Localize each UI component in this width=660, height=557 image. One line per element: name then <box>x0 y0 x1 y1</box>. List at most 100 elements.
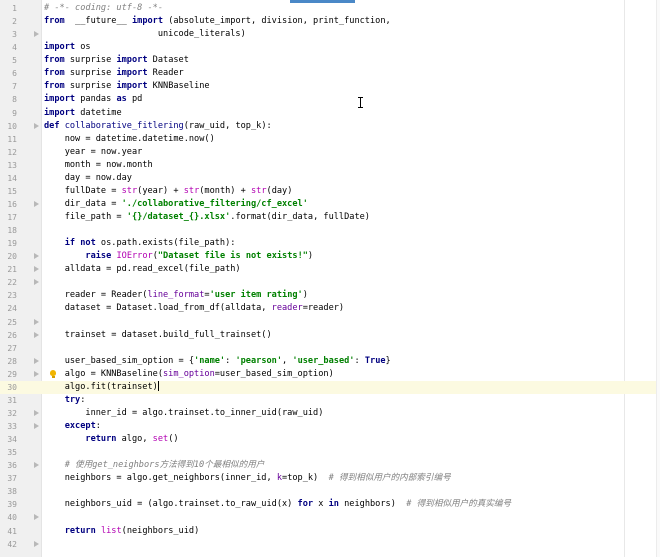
line-number: 7 <box>12 82 17 92</box>
fold-arrow-icon[interactable] <box>34 266 39 273</box>
code-line[interactable]: 3 unicode_literals) <box>0 28 656 41</box>
code-text[interactable]: from __future__ import (absolute_import,… <box>44 15 391 28</box>
code-text[interactable]: now = datetime.datetime.now() <box>44 133 215 146</box>
code-text[interactable]: user_based_sim_option = {'name': 'pearso… <box>44 355 391 368</box>
code-line[interactable]: 20 raise IOError("Dataset file is not ex… <box>0 250 656 263</box>
code-text[interactable]: import pandas as pd <box>44 93 142 106</box>
code-text[interactable]: fullDate = str(year) + str(month) + str(… <box>44 185 293 198</box>
code-text[interactable]: neighbors_uid = (algo.trainset.to_raw_ui… <box>44 498 511 511</box>
code-text[interactable]: import os <box>44 41 91 54</box>
code-text[interactable]: neighbors = algo.get_neighbors(inner_id,… <box>44 472 451 485</box>
code-line[interactable]: 29 algo = KNNBaseline(sim_option=user_ba… <box>0 368 656 381</box>
fold-arrow-icon[interactable] <box>34 122 39 129</box>
code-text[interactable]: alldata = pd.read_excel(file_path) <box>44 263 241 276</box>
code-line[interactable]: 7 from surprise import KNNBaseline <box>0 80 656 93</box>
code-text[interactable]: dataset = Dataset.load_from_df(alldata, … <box>44 302 344 315</box>
fold-arrow-icon[interactable] <box>34 540 39 547</box>
code-text[interactable]: file_path = '{}/dataset_{}.xlsx'.format(… <box>44 211 370 224</box>
code-text[interactable]: unicode_literals) <box>44 28 246 41</box>
code-text[interactable]: from surprise import Reader <box>44 67 184 80</box>
code-text[interactable]: return algo, set() <box>44 433 179 446</box>
code-token: () <box>168 434 179 445</box>
code-line[interactable]: 2 from __future__ import (absolute_import… <box>0 15 656 28</box>
code-text[interactable]: month = now.month <box>44 159 153 172</box>
code-line[interactable]: 23 reader = Reader(line_format='user ite… <box>0 289 656 302</box>
code-line[interactable]: 38 <box>0 485 656 498</box>
code-text[interactable]: def collaborative_fitlering(raw_uid, top… <box>44 120 272 133</box>
code-line[interactable]: 37 neighbors = algo.get_neighbors(inner_… <box>0 472 656 485</box>
code-line[interactable]: 5 from surprise import Dataset <box>0 54 656 67</box>
code-line[interactable]: 24 dataset = Dataset.load_from_df(alldat… <box>0 302 656 315</box>
code-line[interactable]: 11 now = datetime.datetime.now() <box>0 133 656 146</box>
code-text[interactable]: except: <box>44 420 101 433</box>
fold-arrow-icon[interactable] <box>34 31 39 38</box>
code-line[interactable]: 39 neighbors_uid = (algo.trainset.to_raw… <box>0 498 656 511</box>
code-line[interactable]: 41 return list(neighbors_uid) <box>0 525 656 538</box>
code-line[interactable]: 16 dir_data = './collaborative_filtering… <box>0 198 656 211</box>
fold-arrow-icon[interactable] <box>34 279 39 286</box>
code-line[interactable]: 30 algo.fit(trainset) <box>0 380 656 394</box>
code-text[interactable]: from surprise import KNNBaseline <box>44 80 210 93</box>
fold-arrow-icon[interactable] <box>34 423 39 429</box>
code-line[interactable]: 42 <box>0 538 656 551</box>
code-line[interactable]: 4 import os <box>0 41 656 54</box>
code-line[interactable]: 31 try: <box>0 394 656 407</box>
code-line[interactable]: 26 trainset = dataset.build_full_trainse… <box>0 329 656 342</box>
code-line[interactable]: 18 <box>0 224 656 237</box>
code-line[interactable]: 32 inner_id = algo.trainset.to_inner_uid… <box>0 407 656 420</box>
code-text[interactable]: inner_id = algo.trainset.to_inner_uid(ra… <box>44 407 323 420</box>
code-line[interactable]: 9 import datetime <box>0 107 656 120</box>
code-text[interactable]: import datetime <box>44 107 122 120</box>
code-editor[interactable]: 1 # -*- coding: utf-8 -*- 2 from __future__… <box>0 2 656 551</box>
fold-arrow-icon[interactable] <box>34 462 39 469</box>
code-line[interactable]: 10 def collaborative_fitlering(raw_uid, t… <box>0 120 656 133</box>
code-text[interactable]: algo = KNNBaseline(sim_option=user_based… <box>44 368 334 381</box>
code-token: day = now.day <box>44 172 132 183</box>
code-text[interactable]: raise IOError("Dataset file is not exist… <box>44 250 313 263</box>
code-line[interactable]: 22 <box>0 276 656 289</box>
code-line[interactable]: 12 year = now.year <box>0 146 656 159</box>
code-text[interactable]: algo.fit(trainset) <box>44 381 159 394</box>
code-line[interactable]: 15 fullDate = str(year) + str(month) + s… <box>0 185 656 198</box>
code-line[interactable]: 27 <box>0 342 656 355</box>
code-text[interactable]: year = now.year <box>44 146 143 159</box>
code-line[interactable]: 25 <box>0 316 656 329</box>
code-text[interactable]: # 使用get_neighbors方法得到10个最相似的用户 <box>44 459 265 472</box>
code-text[interactable]: return list(neighbors_uid) <box>44 525 200 538</box>
code-line[interactable]: 28 user_based_sim_option = {'name': 'pea… <box>0 355 656 368</box>
fold-arrow-icon[interactable] <box>34 370 39 377</box>
code-line[interactable]: 21 alldata = pd.read_excel(file_path) <box>0 263 656 276</box>
code-line[interactable]: 17 file_path = '{}/dataset_{}.xlsx'.form… <box>0 211 656 224</box>
code-line[interactable]: 36 # 使用get_neighbors方法得到10个最相似的用户 <box>0 459 656 472</box>
code-line[interactable]: 33 except: <box>0 420 656 433</box>
code-line[interactable]: 19 if not os.path.exists(file_path): <box>0 237 656 250</box>
code-token: # 使用get_neighbors方法得到10个最相似的用户 <box>64 460 265 471</box>
code-line[interactable]: 14 day = now.day <box>0 172 656 185</box>
code-text[interactable]: try: <box>44 394 86 407</box>
code-line[interactable]: 6 from surprise import Reader <box>0 67 656 80</box>
fold-arrow-icon[interactable] <box>34 253 39 260</box>
code-text[interactable]: dir_data = './collaborative_filtering/cf… <box>44 198 308 211</box>
fold-arrow-icon[interactable] <box>34 409 39 416</box>
code-token: os <box>75 42 91 53</box>
fold-arrow-icon[interactable] <box>34 331 39 338</box>
code-text[interactable]: from surprise import Dataset <box>44 54 189 67</box>
code-line[interactable]: 40 <box>0 511 656 524</box>
fold-arrow-icon[interactable] <box>34 318 39 325</box>
code-line[interactable]: 1 # -*- coding: utf-8 -*- <box>0 2 656 15</box>
code-token: from <box>44 55 65 66</box>
code-text[interactable]: reader = Reader(line_format='user item r… <box>44 289 308 302</box>
error-stripe[interactable] <box>656 0 660 557</box>
code-line[interactable]: 8 import pandas as pd <box>0 93 656 106</box>
code-line[interactable]: 34 return algo, set() <box>0 433 656 446</box>
code-line[interactable]: 35 <box>0 446 656 459</box>
fold-arrow-icon[interactable] <box>34 200 39 207</box>
fold-arrow-icon[interactable] <box>34 357 39 364</box>
code-text[interactable]: day = now.day <box>44 172 132 185</box>
code-text[interactable]: # -*- coding: utf-8 -*- <box>44 2 163 15</box>
code-line[interactable]: 13 month = now.month <box>0 159 656 172</box>
code-text[interactable]: trainset = dataset.build_full_trainset() <box>44 329 272 342</box>
fold-arrow-icon[interactable] <box>34 514 39 521</box>
code-text[interactable]: if not os.path.exists(file_path): <box>44 237 236 250</box>
